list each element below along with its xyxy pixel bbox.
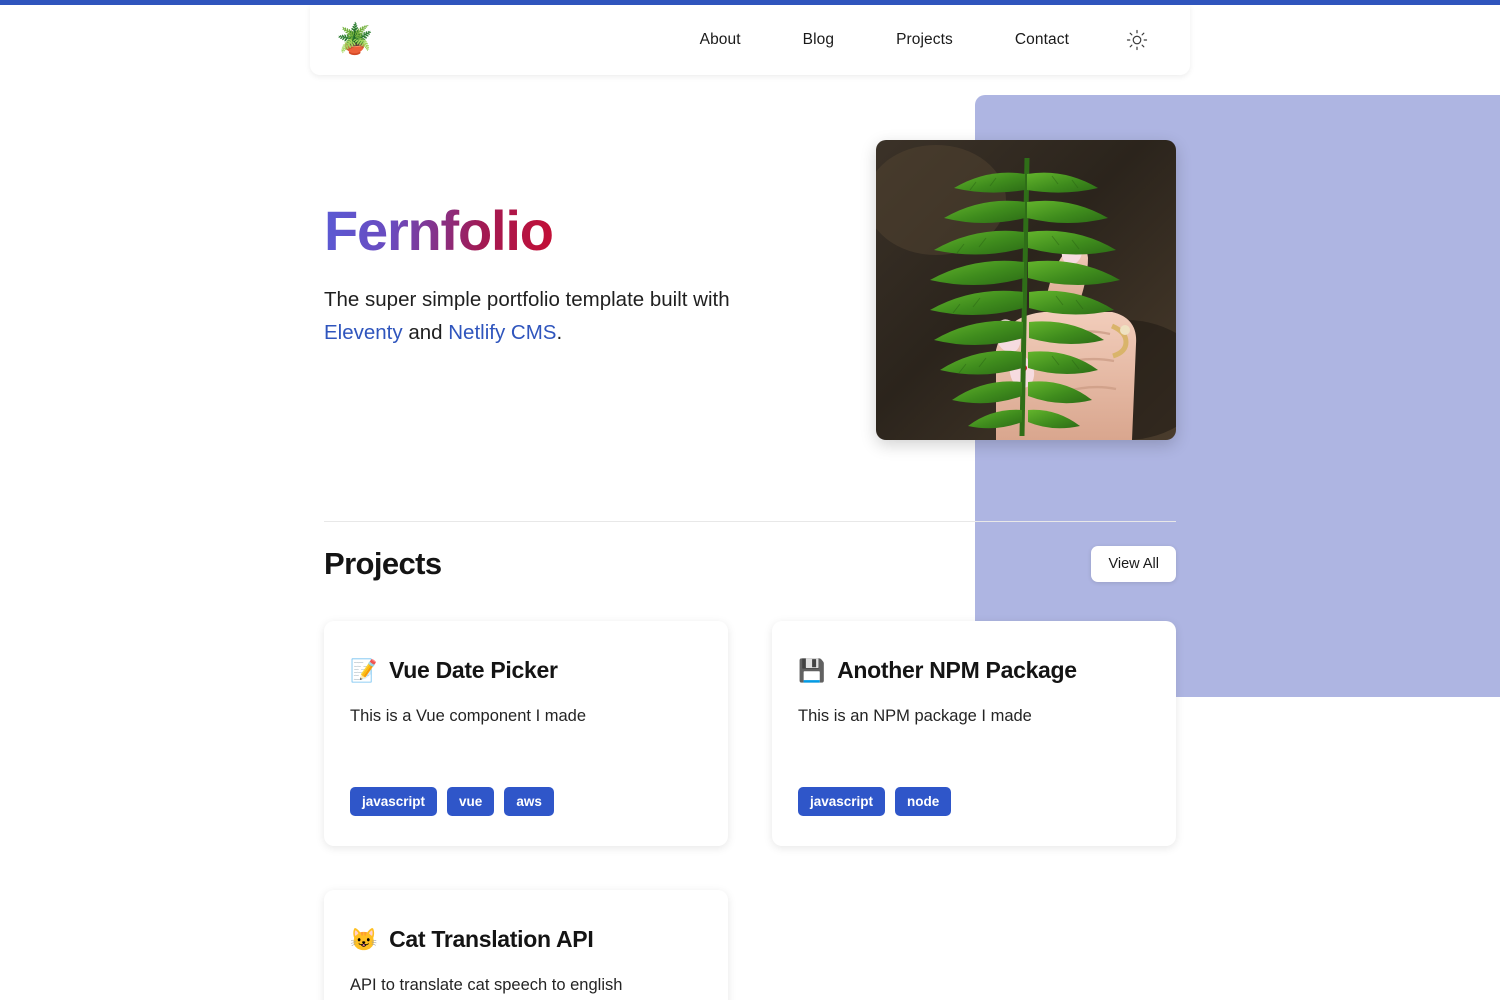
sun-icon (1126, 29, 1148, 51)
eleventy-link[interactable]: Eleventy (324, 321, 403, 344)
projects-grid: 📝 Vue Date Picker This is a Vue componen… (324, 621, 1176, 1000)
project-tag[interactable]: aws (504, 786, 554, 816)
hero-section: Fernfolio The super simple portfolio tem… (324, 140, 1176, 440)
project-card-description: API to translate cat speech to english (350, 976, 623, 994)
hero-subtitle-lead: The super simple portfolio template buil… (324, 287, 730, 311)
project-tag[interactable]: javascript (798, 786, 886, 816)
project-card-title: Another NPM Package (837, 657, 1077, 683)
project-card-title-row: 💾 Another NPM Package (798, 657, 1150, 684)
projects-header: Projects View All (324, 541, 1176, 587)
nav-item-blog[interactable]: Blog (772, 31, 865, 49)
project-card[interactable]: 😺 Cat Translation API API to translate c… (324, 890, 728, 1000)
project-card-title-row: 📝 Vue Date Picker (350, 657, 702, 684)
site-header: 🪴 About Blog Projects Contact (310, 5, 1190, 75)
project-tag[interactable]: vue (447, 786, 495, 816)
project-tag[interactable]: node (895, 786, 952, 816)
project-card-title: Vue Date Picker (389, 657, 558, 683)
nav-item-contact[interactable]: Contact (984, 31, 1100, 49)
page-title: Fernfolio (324, 199, 554, 262)
hero-subtitle: The super simple portfolio template buil… (324, 283, 794, 349)
hero-copy: Fernfolio The super simple portfolio tem… (324, 140, 794, 349)
main-navigation: About Blog Projects Contact (669, 27, 1150, 53)
hero-image (876, 140, 1176, 440)
nav-item-projects[interactable]: Projects (865, 31, 984, 49)
hero-subtitle-tail: . (556, 321, 563, 344)
project-card-tags: javascript node (798, 786, 1150, 816)
project-card-description: This is an NPM package I made (798, 707, 1032, 725)
theme-toggle-button[interactable] (1124, 27, 1150, 53)
netlify-cms-link[interactable]: Netlify CMS (448, 321, 556, 344)
site-logo-link[interactable]: 🪴 (336, 25, 373, 55)
project-card-title: Cat Translation API (389, 926, 594, 952)
project-card-title-row: 😺 Cat Translation API (350, 926, 702, 953)
view-all-button[interactable]: View All (1091, 546, 1176, 582)
grinning-cat-icon: 😺 (350, 926, 378, 952)
potted-plant-icon: 🪴 (336, 23, 374, 56)
project-card-tags: javascript vue aws (350, 786, 702, 816)
floppy-disk-icon: 💾 (798, 657, 826, 683)
top-accent-bar (0, 0, 1500, 5)
hero-subtitle-joiner: and (402, 321, 449, 344)
memo-icon: 📝 (350, 657, 378, 683)
project-tag[interactable]: javascript (350, 786, 438, 816)
page-root: 🪴 About Blog Projects Contact Fernfolio … (0, 0, 1500, 1000)
section-divider (324, 521, 1176, 522)
nav-item-about[interactable]: About (669, 31, 772, 49)
project-card[interactable]: 📝 Vue Date Picker This is a Vue componen… (324, 621, 728, 846)
project-card[interactable]: 💾 Another NPM Package This is an NPM pac… (772, 621, 1176, 846)
projects-section-title: Projects (324, 546, 442, 581)
project-card-description: This is a Vue component I made (350, 707, 587, 725)
fern-hand-photo (876, 140, 1176, 440)
